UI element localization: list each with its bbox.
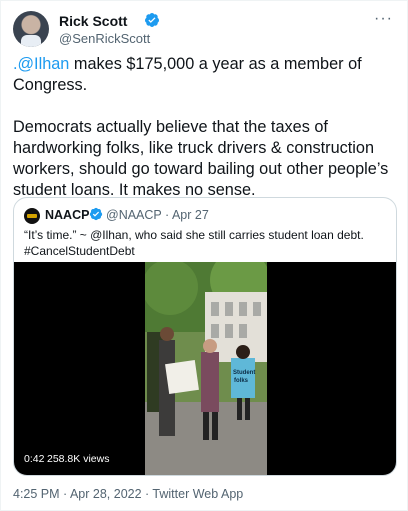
video-duration: 0:42 xyxy=(24,453,45,465)
quoted-text: “It’s time.” ~ @Ilhan, who said she stil… xyxy=(24,227,384,259)
author-handle[interactable]: @SenRickScott xyxy=(59,31,150,46)
verified-badge-icon xyxy=(145,13,160,27)
quoted-verified-badge-icon xyxy=(89,207,103,221)
quoted-meta: @NAACP · Apr 27 xyxy=(106,208,209,222)
quoted-text-line-2: #CancelStudentDebt xyxy=(24,244,135,258)
video-views: 258.8K views xyxy=(47,453,110,465)
quoted-author-name: NAACP xyxy=(45,208,90,222)
tweet-paragraph-1: .@Ilhan makes $175,000 a year as a membe… xyxy=(13,54,399,96)
quoted-author-avatar xyxy=(24,208,40,224)
author-display-name[interactable]: Rick Scott xyxy=(59,13,127,29)
quoted-tweet[interactable]: NAACP @NAACP · Apr 27 “It’s time.” ~ @Il… xyxy=(13,197,397,476)
avatar-shirt xyxy=(21,35,41,47)
tweet-card: Rick Scott @SenRickScott ··· .@Ilhan mak… xyxy=(0,0,408,511)
video-player[interactable]: Student folks 0:42 258.8K views xyxy=(14,262,396,475)
quoted-text-line-1: “It’s time.” ~ @Ilhan, who said she stil… xyxy=(24,228,364,242)
protest-sign-text-2: folks xyxy=(234,378,249,384)
tweet-paragraph-2: Democrats actually believe that the taxe… xyxy=(13,118,389,199)
more-options-icon[interactable]: ··· xyxy=(374,10,393,28)
author-avatar[interactable] xyxy=(13,11,49,47)
video-thumbnail: Student folks xyxy=(145,262,267,475)
protest-sign-text: Student xyxy=(233,370,255,376)
mention-link[interactable]: .@Ilhan xyxy=(13,55,69,73)
tweet-timestamp[interactable]: 4:25 PM · Apr 28, 2022 · Twitter Web App xyxy=(13,487,243,501)
tweet-text: .@Ilhan makes $175,000 a year as a membe… xyxy=(13,54,399,201)
